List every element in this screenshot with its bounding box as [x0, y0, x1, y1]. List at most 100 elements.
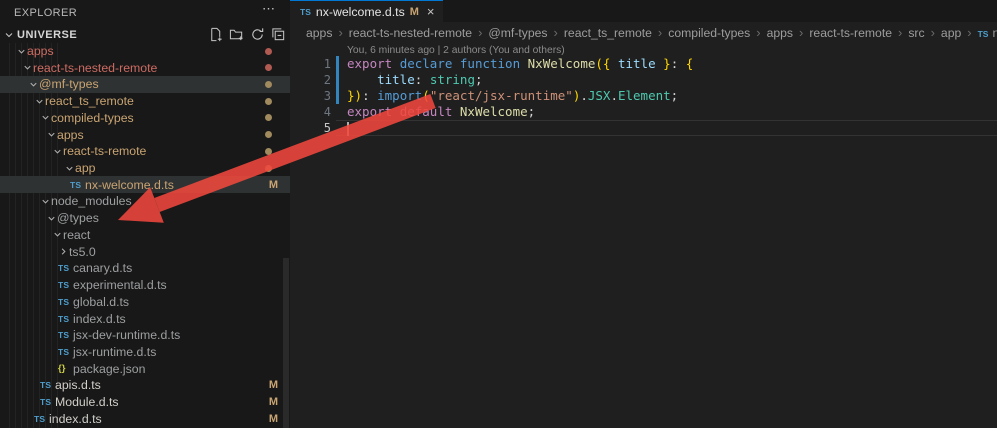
breadcrumb-label: compiled-types: [668, 26, 750, 40]
close-icon[interactable]: ×: [427, 4, 435, 19]
tree-item-nx-welcome-d-ts[interactable]: TSnx-welcome.d.tsM: [0, 176, 290, 193]
chevron-down-icon: [16, 46, 27, 57]
tree-item-apps[interactable]: apps: [0, 126, 290, 143]
chevron-right-icon: ›: [554, 25, 558, 40]
ts-icon: TS: [40, 397, 55, 407]
ts-icon: TS: [70, 180, 85, 190]
code-line-2[interactable]: 2 title: string;: [290, 72, 997, 88]
tree-item-label: compiled-types: [51, 111, 134, 125]
breadcrumb-item[interactable]: compiled-types: [668, 26, 750, 40]
breadcrumb-item[interactable]: src: [908, 26, 924, 40]
modified-badge: M: [269, 413, 278, 425]
tree-item-react-ts-remote[interactable]: react-ts-remote: [0, 143, 290, 160]
tab-nx-welcome[interactable]: TS nx-welcome.d.ts M ×: [290, 0, 443, 22]
tree-item-label: index.d.ts: [73, 312, 126, 326]
tree-item-module-d-ts[interactable]: TSModule.d.tsM: [0, 394, 290, 411]
code-token: [452, 56, 460, 71]
more-actions-icon[interactable]: ⋯: [262, 1, 276, 17]
chevron-down-icon: [34, 96, 45, 107]
code-token: string: [430, 72, 475, 87]
new-file-icon[interactable]: [207, 27, 223, 43]
chevron-down-icon: [28, 79, 39, 90]
tree-item-ts5-0[interactable]: ts5.0: [0, 243, 290, 260]
breadcrumb-label: src: [908, 26, 924, 40]
tree-item-label: canary.d.ts: [73, 261, 132, 275]
code-line-body: title: string;: [336, 72, 997, 88]
tree-item-package-json[interactable]: {}package.json: [0, 360, 290, 377]
code-token: export: [347, 104, 392, 119]
code-editor[interactable]: You, 6 minutes ago | 2 authors (You and …: [290, 43, 997, 428]
tree-item-react-ts-remote[interactable]: react_ts_remote: [0, 93, 290, 110]
ts-icon: TS: [978, 29, 989, 39]
breadcrumb-item[interactable]: @mf-types: [488, 26, 547, 40]
breadcrumb-item[interactable]: app: [941, 26, 961, 40]
code-line-5[interactable]: 5: [290, 120, 997, 136]
explorer-title: EXPLORER: [14, 7, 77, 19]
modified-badge: M: [269, 179, 278, 191]
code-line-1[interactable]: 1export declare function NxWelcome({ tit…: [290, 56, 997, 72]
tree-item-global-d-ts[interactable]: TSglobal.d.ts: [0, 293, 290, 310]
chevron-right-icon: ›: [898, 25, 902, 40]
breadcrumb-item[interactable]: apps: [306, 26, 332, 40]
code-token: ;: [671, 88, 679, 103]
tree-item-label: react_ts_remote: [45, 94, 134, 108]
tree-item-apis-d-ts[interactable]: TSapis.d.tsM: [0, 377, 290, 394]
tree-item-experimental-d-ts[interactable]: TSexperimental.d.ts: [0, 277, 290, 294]
breadcrumb-label: @mf-types: [488, 26, 547, 40]
tree-item-index-d-ts[interactable]: TSindex.d.ts: [0, 310, 290, 327]
code-token: ;: [528, 104, 536, 119]
tree-item--mf-types[interactable]: @mf-types: [0, 76, 290, 93]
ts-icon: TS: [300, 7, 311, 17]
code-token: NxWelcome: [460, 104, 528, 119]
code-content: }): import("react/jsx-runtime").JSX.Elem…: [347, 88, 678, 104]
chevron-right-icon: ›: [338, 25, 342, 40]
code-token: declare: [400, 56, 453, 71]
ts-icon: TS: [58, 330, 73, 340]
editor-indent-guide: [380, 72, 381, 88]
chevron-right-icon: ›: [799, 25, 803, 40]
tree-item-label: global.d.ts: [73, 295, 129, 309]
breadcrumb-item[interactable]: react_ts_remote: [564, 26, 652, 40]
code-token: :: [362, 88, 377, 103]
breadcrumb-label: nx-welcome.d.ts: [992, 26, 997, 40]
breadcrumb-item[interactable]: TSnx-welcome.d.ts: [978, 26, 997, 40]
chevron-down-icon: [46, 129, 57, 140]
refresh-icon[interactable]: [249, 27, 265, 43]
tree-item-compiled-types[interactable]: compiled-types: [0, 109, 290, 126]
tree-item-canary-d-ts[interactable]: TScanary.d.ts: [0, 260, 290, 277]
tree-item-jsx-runtime-d-ts[interactable]: TSjsx-runtime.d.ts: [0, 343, 290, 360]
tree-item-label: apps: [57, 128, 84, 142]
tree-item-apps[interactable]: apps: [0, 43, 290, 60]
breadcrumb: apps › react-ts-nested-remote › @mf-types › re…: [290, 22, 997, 43]
tree-item-react-ts-nested-remote[interactable]: react-ts-nested-remote: [0, 59, 290, 76]
tree-item-node-modules[interactable]: node_modules: [0, 193, 290, 210]
tree-item-jsx-dev-runtime-d-ts[interactable]: TSjsx-dev-runtime.d.ts: [0, 327, 290, 344]
code-token: default: [400, 104, 453, 119]
code-token: import: [377, 88, 422, 103]
chevron-right-icon: ›: [967, 25, 971, 40]
new-folder-icon[interactable]: [228, 27, 244, 43]
breadcrumb-item[interactable]: react-ts-remote: [809, 26, 892, 40]
sidebar-scrollbar[interactable]: [283, 258, 289, 428]
breadcrumb-item[interactable]: apps: [767, 26, 793, 40]
gutter-modified-indicator: [336, 88, 339, 104]
tree-item-app[interactable]: app: [0, 160, 290, 177]
code-line-3[interactable]: 3}): import("react/jsx-runtime").JSX.Ele…: [290, 88, 997, 104]
tree-item-label: package.json: [73, 362, 145, 376]
tree-item-index-d-ts[interactable]: TSindex.d.tsM: [0, 410, 290, 427]
section-universe[interactable]: UNIVERSE: [0, 26, 290, 43]
tree-item-label: experimental.d.ts: [73, 278, 167, 292]
tree-item--types[interactable]: @types: [0, 210, 290, 227]
code-token: NxWelcome: [528, 56, 596, 71]
collapse-all-icon[interactable]: [270, 27, 286, 43]
codelens-annotation[interactable]: You, 6 minutes ago | 2 authors (You and …: [347, 45, 565, 56]
editor-group: TS nx-welcome.d.ts M × apps › react-ts-nes…: [290, 0, 997, 428]
tree-item-label: apps: [27, 44, 54, 58]
breadcrumb-item[interactable]: react-ts-nested-remote: [349, 26, 472, 40]
tree-item-react[interactable]: react: [0, 226, 290, 243]
line-number: 4: [290, 104, 331, 120]
code-line-body: export default NxWelcome;: [336, 104, 997, 120]
explorer-sidebar: EXPLORER ⋯ UNIVERSE: [0, 0, 290, 428]
ts-icon: TS: [40, 380, 55, 390]
code-line-4[interactable]: 4 export default NxWelcome;: [290, 104, 997, 120]
